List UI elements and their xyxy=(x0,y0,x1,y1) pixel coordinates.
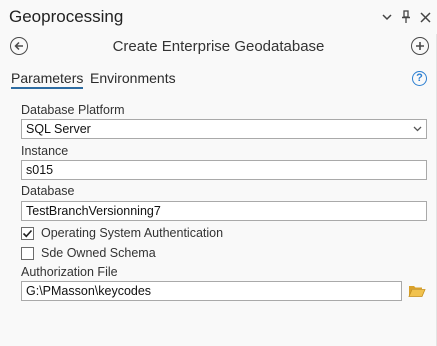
checkmark-icon xyxy=(22,229,33,237)
sde-schema-label: Sde Owned Schema xyxy=(41,246,156,260)
tool-header: Create Enterprise Geodatabase xyxy=(0,34,437,60)
folder-open-icon[interactable] xyxy=(408,284,426,298)
platform-label: Database Platform xyxy=(21,103,125,117)
add-button[interactable] xyxy=(411,37,429,55)
chevron-down-icon xyxy=(413,120,422,145)
platform-select[interactable]: SQL Server xyxy=(21,119,427,139)
auth-file-input[interactable]: G:\PMasson\keycodes xyxy=(21,281,402,301)
instance-label: Instance xyxy=(21,144,69,158)
platform-value: SQL Server xyxy=(26,122,91,136)
pin-icon[interactable] xyxy=(399,9,413,25)
os-auth-checkbox[interactable] xyxy=(21,226,34,240)
os-auth-checkbox-row[interactable]: Operating System Authentication xyxy=(21,225,223,241)
pane-titlebar: Geoprocessing xyxy=(0,0,437,34)
plus-icon xyxy=(416,42,424,50)
database-label: Database xyxy=(21,184,75,198)
close-icon[interactable] xyxy=(418,9,432,25)
sde-schema-checkbox-row[interactable]: Sde Owned Schema xyxy=(21,245,156,261)
os-auth-label: Operating System Authentication xyxy=(41,226,224,240)
sde-schema-checkbox[interactable] xyxy=(21,246,34,260)
geoprocessing-pane: Geoprocessing Create Enterprise Geodatab… xyxy=(0,0,437,346)
pane-title: Geoprocessing xyxy=(9,7,124,26)
tab-parameters[interactable]: Parameters xyxy=(11,70,84,89)
auth-file-label: Authorization File xyxy=(21,265,118,279)
database-input[interactable]: TestBranchVersionning7 xyxy=(21,201,427,221)
tool-title: Create Enterprise Geodatabase xyxy=(112,38,325,55)
tab-environments[interactable]: Environments xyxy=(90,70,176,86)
pane-menu-chevron-icon[interactable] xyxy=(380,9,394,25)
help-icon[interactable]: ? xyxy=(412,71,427,86)
instance-input[interactable]: s015 xyxy=(21,160,427,180)
